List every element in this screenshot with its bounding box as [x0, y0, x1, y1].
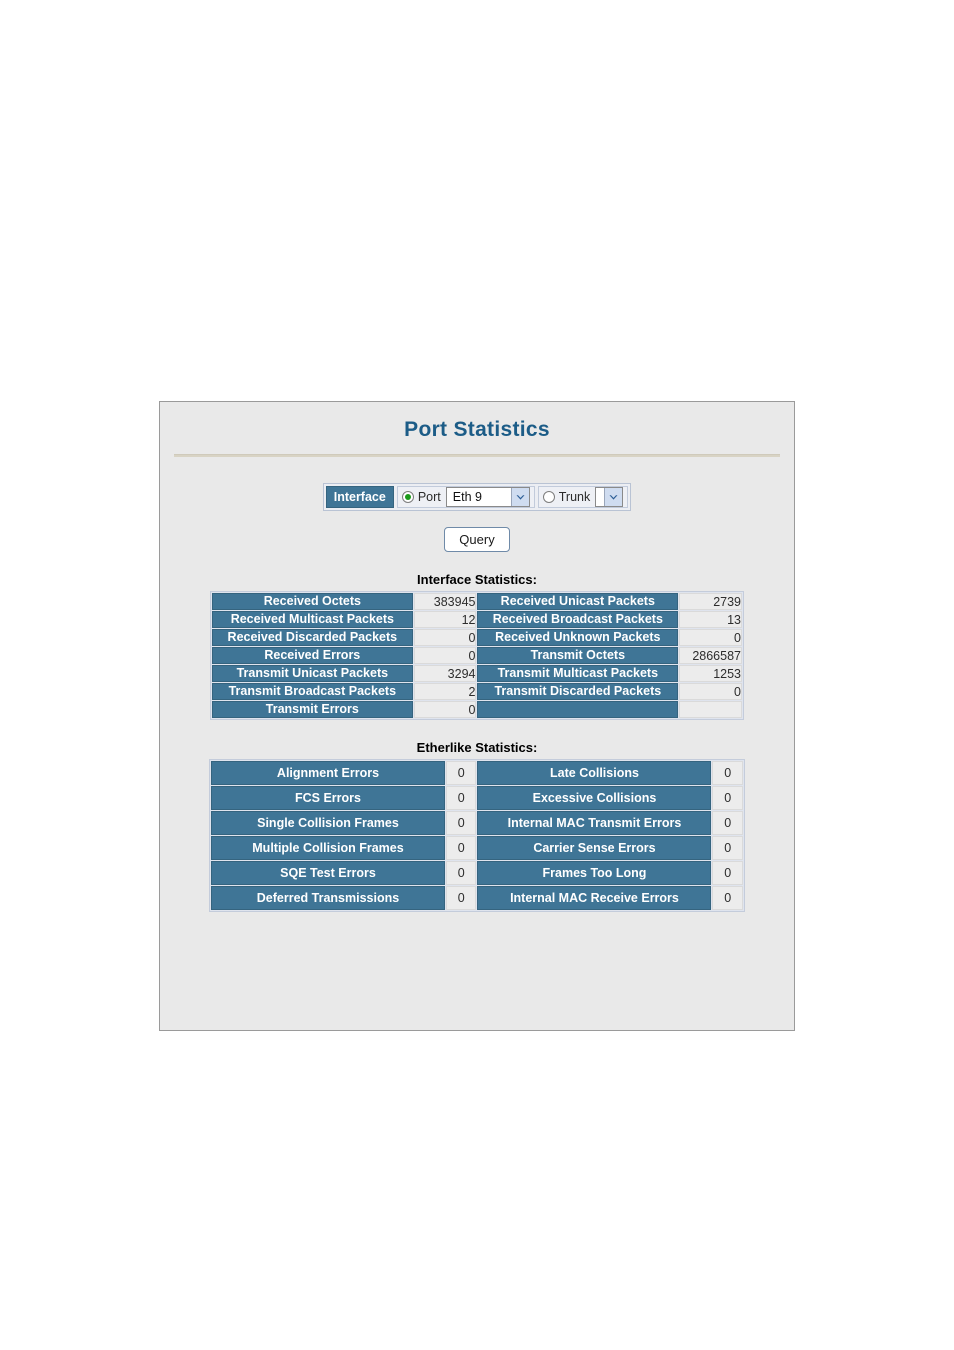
stat-value-cell: 0 — [413, 647, 477, 664]
table-row: Alignment Errors 0 Late Collisions 0 — [211, 761, 743, 785]
interface-statistics-table: Received Octets 383945 Received Unicast Pa… — [210, 591, 744, 720]
table-row: Transmit Broadcast Packets 2 Transmit Disc… — [212, 683, 742, 700]
radio-trunk[interactable] — [542, 491, 555, 503]
title-divider — [174, 454, 780, 457]
stat-label-cell: Transmit Broadcast Packets — [212, 683, 413, 700]
stat-value-cell: 383945 — [413, 593, 477, 610]
port-statistics-panel: Port Statistics Interface Port Eth 9 Tru… — [159, 401, 795, 1031]
stat-label-cell: Transmit Errors — [212, 701, 413, 718]
stat-label-cell: Received Unicast Packets — [477, 593, 679, 610]
table-row: Single Collision Frames 0 Internal MAC Tra… — [211, 811, 743, 835]
stat-value-cell: 0 — [445, 761, 477, 785]
stat-label-cell: Internal MAC Receive Errors — [477, 886, 712, 910]
page-title: Port Statistics — [404, 418, 550, 441]
stat-value-cell: 1253 — [679, 665, 742, 682]
port-dropdown-value: Eth 9 — [452, 490, 482, 504]
interface-label: Interface — [325, 486, 394, 508]
etherlike-statistics-heading: Etherlike Statistics: — [416, 740, 538, 755]
radio-port-label: Port — [417, 490, 441, 504]
table-row: Received Octets 383945 Received Unicast Pa… — [212, 593, 742, 610]
interface-statistics-heading: Interface Statistics: — [417, 572, 537, 587]
stat-value-cell: 2 — [413, 683, 477, 700]
stat-label-cell — [477, 701, 679, 718]
port-dropdown[interactable]: Eth 9 — [445, 487, 530, 507]
interface-selector: Interface Port Eth 9 Trunk — [322, 483, 632, 511]
page-root: Port Statistics Interface Port Eth 9 Tru… — [0, 0, 954, 1350]
stat-value-cell: 0 — [679, 683, 742, 700]
stat-value-cell: 0 — [413, 701, 477, 718]
radio-trunk-label: Trunk — [558, 490, 591, 504]
stat-label-cell: Deferred Transmissions — [211, 886, 445, 910]
table-row: Multiple Collision Frames 0 Carrier Sense … — [211, 836, 743, 860]
trunk-option-group: Trunk — [537, 486, 629, 508]
stat-value-cell: 0 — [712, 861, 743, 885]
etherlike-statistics-table: Alignment Errors 0 Late Collisions 0 FCS Err… — [209, 759, 745, 912]
stat-label-cell: Received Unknown Packets — [477, 629, 679, 646]
stat-label-cell: Frames Too Long — [477, 861, 712, 885]
table-row: Received Discarded Packets 0 Received Unkn… — [212, 629, 742, 646]
stat-value-cell: 2739 — [679, 593, 742, 610]
stat-value-cell: 0 — [712, 886, 743, 910]
stat-label-cell: Received Discarded Packets — [212, 629, 413, 646]
stat-value-cell: 13 — [679, 611, 742, 628]
stat-value-cell: 0 — [445, 886, 477, 910]
stat-label-cell: Received Octets — [212, 593, 413, 610]
chevron-down-icon — [510, 488, 529, 506]
stat-label-cell: Transmit Unicast Packets — [212, 665, 413, 682]
stat-label-cell: Transmit Octets — [477, 647, 679, 664]
stat-label-cell: Transmit Multicast Packets — [477, 665, 679, 682]
stat-label-cell: SQE Test Errors — [211, 861, 445, 885]
table-row: FCS Errors 0 Excessive Collisions 0 — [211, 786, 743, 810]
stat-value-cell: 0 — [445, 861, 477, 885]
stat-value-cell: 0 — [712, 836, 743, 860]
stat-value-cell: 0 — [445, 786, 477, 810]
stat-value-cell: 0 — [712, 761, 743, 785]
table-row: Transmit Errors 0 — [212, 701, 742, 718]
stat-value-cell — [679, 701, 742, 718]
interface-selector-row: Interface Port Eth 9 Trunk — [160, 483, 794, 511]
stat-label-cell: Received Multicast Packets — [212, 611, 413, 628]
stat-label-cell: Received Broadcast Packets — [477, 611, 679, 628]
stat-value-cell: 0 — [413, 629, 477, 646]
stat-value-cell: 2866587 — [679, 647, 742, 664]
table-row: SQE Test Errors 0 Frames Too Long 0 — [211, 861, 743, 885]
radio-port[interactable] — [401, 491, 414, 503]
stat-label-cell: Multiple Collision Frames — [211, 836, 445, 860]
stat-value-cell: 0 — [445, 811, 477, 835]
table-row: Deferred Transmissions 0 Internal MAC Rece… — [211, 886, 743, 910]
port-option-group: Port Eth 9 — [396, 486, 535, 508]
query-button[interactable]: Query — [444, 527, 510, 552]
table-row: Received Multicast Packets 12 Received Bro… — [212, 611, 742, 628]
stat-label-cell: Excessive Collisions — [477, 786, 712, 810]
stat-label-cell: Received Errors — [212, 647, 413, 664]
stat-label-cell: Carrier Sense Errors — [477, 836, 712, 860]
stat-label-cell: Alignment Errors — [211, 761, 445, 785]
table-row: Transmit Unicast Packets 3294 Transmit Mul… — [212, 665, 742, 682]
stat-label-cell: FCS Errors — [211, 786, 445, 810]
stat-value-cell: 12 — [413, 611, 477, 628]
chevron-down-icon — [604, 488, 623, 506]
query-button-row: Query — [160, 527, 794, 552]
trunk-dropdown[interactable] — [595, 487, 624, 507]
stat-label-cell: Transmit Discarded Packets — [477, 683, 679, 700]
stat-value-cell: 0 — [712, 811, 743, 835]
stat-value-cell: 0 — [445, 836, 477, 860]
stat-value-cell: 3294 — [413, 665, 477, 682]
stat-label-cell: Single Collision Frames — [211, 811, 445, 835]
stat-value-cell: 0 — [712, 786, 743, 810]
stat-value-cell: 0 — [679, 629, 742, 646]
stat-label-cell: Late Collisions — [477, 761, 712, 785]
stat-label-cell: Internal MAC Transmit Errors — [477, 811, 712, 835]
table-row: Received Errors 0 Transmit Octets 2866587 — [212, 647, 742, 664]
